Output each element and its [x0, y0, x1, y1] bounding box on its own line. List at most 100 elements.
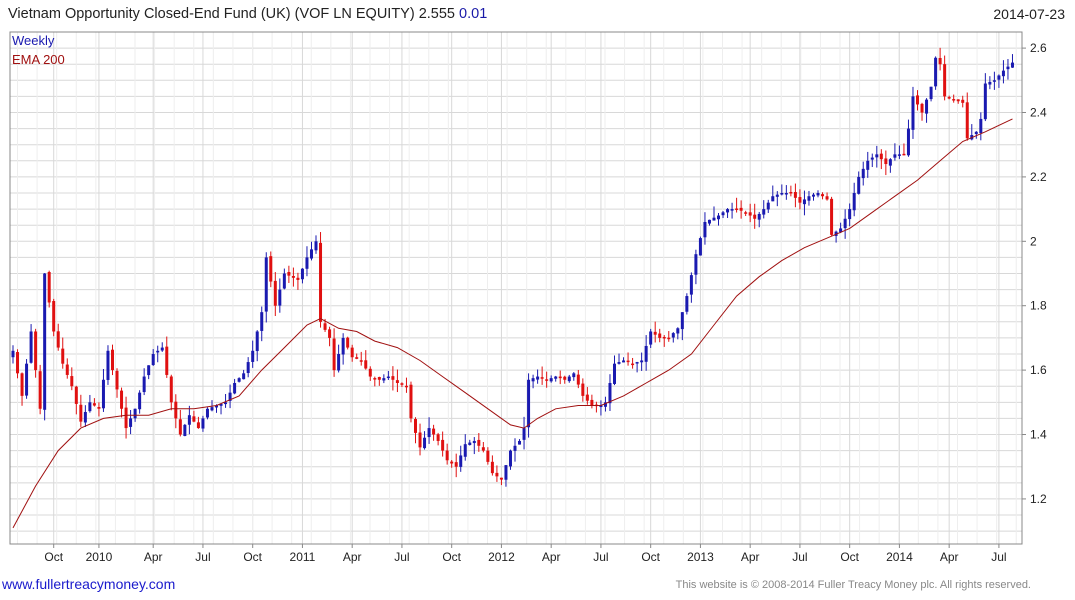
candle-body	[811, 194, 815, 197]
candle-body	[97, 406, 101, 409]
candle-body	[34, 331, 38, 371]
candle-body	[445, 450, 449, 461]
candle-body	[309, 249, 313, 259]
candle-body	[291, 276, 295, 278]
x-axis: Oct 2010 Apr Jul Oct 2011 Apr Jul Oct 2012 Apr Jul O…	[44, 544, 1007, 564]
candle-body	[870, 157, 874, 160]
candle-body	[744, 212, 748, 214]
candle-body	[282, 273, 286, 289]
candle-body	[775, 194, 779, 197]
candle-body	[237, 378, 241, 382]
candle-body	[635, 362, 639, 364]
candle-body	[359, 360, 363, 362]
legend-item: EMA 200	[12, 52, 65, 67]
candle-body	[902, 153, 906, 156]
candle-body	[205, 408, 209, 418]
candle-body	[296, 277, 300, 280]
candle-body	[260, 312, 264, 331]
candle-body	[459, 455, 463, 467]
x-tick-label: Jul	[991, 550, 1006, 564]
y-tick-label: 2.4	[1030, 106, 1047, 120]
candle-body	[151, 354, 155, 366]
y-tick-label: 2	[1030, 234, 1037, 248]
candle-body	[404, 385, 408, 388]
candle-body	[893, 154, 897, 158]
candle-body	[314, 241, 318, 251]
y-axis: 1.2 1.4 1.6 1.8 2 2.2 2.4 2.6	[1022, 41, 1047, 506]
candle-body	[395, 380, 399, 383]
candle-body	[377, 377, 381, 380]
copyright-notice: This website is © 2008-2014 Fuller Treac…	[675, 579, 1031, 591]
y-tick-label: 2.6	[1030, 41, 1047, 55]
candle-body	[952, 99, 956, 101]
x-tick-label: Jul	[195, 550, 210, 564]
x-tick-label: Oct	[442, 550, 461, 564]
candle-body	[355, 357, 359, 359]
candle-body	[454, 462, 458, 467]
candle-body	[906, 128, 910, 156]
candle-body	[938, 57, 942, 65]
candle-body	[269, 256, 273, 282]
candle-body	[807, 196, 811, 201]
candle-body	[88, 402, 92, 412]
candle-body	[956, 99, 960, 102]
candle-body	[585, 394, 589, 401]
x-tick-label: Apr	[542, 550, 561, 564]
candle-body	[757, 213, 761, 220]
candle-body	[495, 472, 499, 477]
candle-body	[242, 373, 246, 380]
website-link[interactable]: www.fullertreacymoney.com	[2, 576, 175, 592]
candle-body	[531, 378, 535, 382]
candle-body	[337, 354, 341, 371]
candle-body	[916, 95, 920, 105]
candle-body	[47, 271, 51, 303]
candle-body	[685, 296, 689, 312]
candle-body	[210, 407, 214, 411]
x-tick-label: Apr	[741, 550, 760, 564]
candle-body	[640, 360, 644, 363]
candle-body	[147, 365, 151, 376]
candle-body	[300, 268, 304, 280]
candle-body	[332, 338, 336, 371]
candle-body	[450, 461, 454, 464]
candle-body	[499, 477, 503, 480]
candle-body	[789, 191, 793, 194]
candle-body	[192, 416, 196, 422]
candle-body	[879, 153, 883, 160]
candle-body	[848, 209, 852, 220]
candle-body	[784, 193, 788, 195]
x-tick-label: Apr	[144, 550, 163, 564]
candle-body	[278, 289, 282, 306]
candle-body	[631, 363, 635, 366]
candle-body	[522, 428, 526, 440]
candle-body	[558, 376, 562, 379]
candle-body	[929, 86, 933, 100]
candle-body	[830, 198, 834, 235]
candle-body	[65, 364, 69, 375]
candle-body	[124, 407, 128, 429]
candle-body	[536, 376, 540, 380]
candle-body	[513, 445, 517, 451]
candle-body	[178, 419, 182, 435]
candle-body	[1006, 66, 1010, 70]
y-tick-label: 2.2	[1030, 170, 1047, 184]
x-tick-label: Jul	[394, 550, 409, 564]
candle-body	[287, 271, 291, 276]
candle-body	[1001, 70, 1005, 77]
candle-body	[255, 331, 259, 352]
candle-body	[888, 159, 892, 166]
candle-body	[974, 131, 978, 134]
x-tick-label: 2012	[488, 550, 515, 564]
candle-body	[187, 415, 191, 425]
candle-body	[649, 331, 653, 345]
candle-body	[884, 158, 888, 165]
y-tick-label: 1.4	[1030, 428, 1047, 442]
price-chart: 1.2 1.4 1.6 1.8 2 2.2 2.4 2.6 Oct 2010 Apr Jul Oct 2…	[9, 31, 1047, 564]
candles	[11, 47, 1014, 487]
candle-body	[753, 214, 757, 219]
x-tick-label: 2010	[86, 550, 113, 564]
candle-body	[25, 363, 29, 396]
legend-item: Weekly	[12, 33, 55, 48]
candle-body	[368, 368, 372, 377]
candle-body	[527, 379, 531, 428]
